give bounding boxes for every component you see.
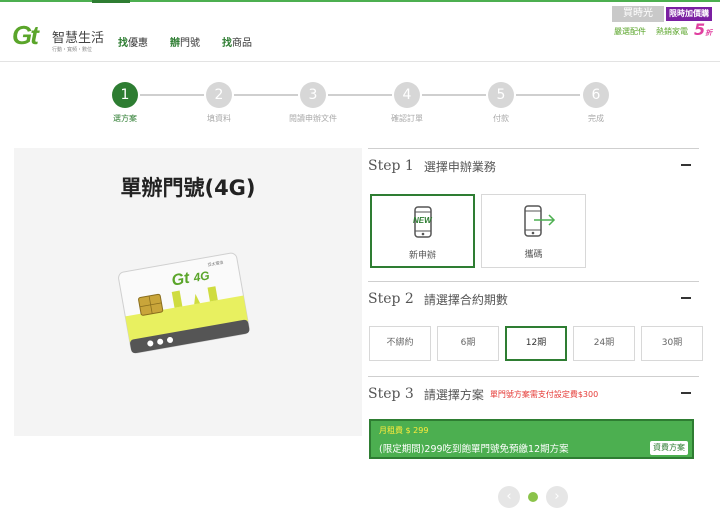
term-option-none[interactable]: 不綁約: [369, 326, 431, 361]
promo-discount: 5折: [694, 20, 712, 39]
promo-limited-label: 限時加價購: [666, 7, 712, 21]
collapse-icon[interactable]: [681, 297, 691, 299]
step-2: 2 填資料: [189, 80, 249, 124]
collapse-icon[interactable]: [681, 392, 691, 394]
logo-tagline: 行動・寬頻・數位: [52, 47, 93, 53]
transfer-phone-icon: [524, 205, 556, 237]
pager-dot[interactable]: [528, 492, 538, 502]
promo-badge: 買時光: [612, 6, 664, 22]
step-2-number: 2: [206, 82, 232, 108]
step1-section: Step 1 選擇申辦業務 NEW 新申辦 攜碼: [368, 148, 699, 280]
step-4-number: 4: [394, 82, 420, 108]
product-title: 單辦門號(4G): [120, 176, 256, 200]
step-4-label: 確認訂單: [391, 114, 423, 123]
service-option-transfer[interactable]: 攜碼: [481, 194, 586, 268]
nav-item-apply-highlight: 辦: [170, 38, 180, 49]
step3-title: 請選擇方案: [423, 387, 484, 402]
step-2-label: 填資料: [207, 114, 231, 123]
step-5: 5 付款: [471, 80, 531, 124]
nav-item-offers-label: 優惠: [128, 38, 148, 49]
logo-mark: Gt: [12, 20, 39, 50]
new-phone-icon: NEW: [413, 206, 433, 238]
step-1: 1 選方案: [95, 80, 155, 124]
step3-number: Step 3: [368, 386, 414, 402]
service-option-transfer-label: 攜碼: [524, 250, 543, 260]
step2-number: Step 2: [368, 291, 414, 307]
step-6-label: 完成: [588, 114, 604, 123]
site-logo[interactable]: Gt 智慧生活 行動・寬頻・數位: [12, 20, 105, 54]
card-4g-label: 4G: [191, 268, 210, 285]
step-6: 6 完成: [566, 80, 626, 124]
plan-detail-button[interactable]: 資費方案: [650, 441, 688, 455]
step3-header[interactable]: Step 3 請選擇方案 單門號方案需支付設定費$300: [368, 377, 699, 411]
term-option-30[interactable]: 30期: [641, 326, 703, 361]
term-option-12[interactable]: 12期: [505, 326, 567, 361]
plan-option[interactable]: 月租費 $ 299 (限定期間)299吃到飽單門號免預繳12期方案 資費方案: [369, 419, 694, 459]
nav-item-products[interactable]: 找商品: [222, 34, 252, 49]
collapse-icon[interactable]: [681, 164, 691, 166]
term-option-6[interactable]: 6期: [437, 326, 499, 361]
step2-title: 請選擇合約期數: [423, 292, 508, 307]
term-options: 不綁約 6期 12期 24期 30期: [369, 326, 703, 361]
service-option-new[interactable]: NEW 新申辦: [370, 194, 475, 268]
card-logo: Gt: [170, 270, 191, 290]
next-arrow-icon[interactable]: ›: [546, 486, 568, 508]
progress-steps: 1 選方案 2 填資料 3 閱讀申辦文件 4 確認訂單 5 付款 6 完成: [0, 80, 720, 130]
service-options: NEW 新申辦 攜碼: [370, 194, 586, 268]
step-3-number: 3: [300, 82, 326, 108]
carousel-pager: ‹ ›: [498, 486, 568, 508]
step-5-label: 付款: [493, 114, 509, 123]
step1-header[interactable]: Step 1 選擇申辦業務: [368, 149, 699, 183]
nav-item-offers[interactable]: 找優惠: [118, 34, 148, 49]
step1-number: Step 1: [368, 158, 414, 174]
step-6-number: 6: [583, 82, 609, 108]
service-option-new-label: 新申辦: [408, 251, 436, 261]
plan-name: (限定期間)299吃到飽單門號免預繳12期方案: [379, 444, 569, 455]
nav-item-products-highlight: 找: [222, 38, 232, 49]
nav-item-products-label: 商品: [232, 38, 252, 49]
step-3: 3 閱讀申辦文件: [283, 80, 343, 124]
main-nav: 找優惠 辦門號 找商品: [118, 34, 252, 49]
site-header: Gt 智慧生活 行動・寬頻・數位 找優惠 辦門號 找商品 買時光 限時加價購 嚴…: [0, 2, 720, 62]
step-5-number: 5: [488, 82, 514, 108]
nav-item-apply-label: 門號: [180, 38, 200, 49]
new-badge: NEW: [413, 216, 433, 225]
step2-section: Step 2 請選擇合約期數 不綁約 6期 12期 24期 30期: [368, 281, 703, 375]
promo-discount-number: 5: [694, 20, 706, 39]
plan-monthly-fee: 月租費 $ 299: [379, 426, 429, 435]
term-option-24[interactable]: 24期: [573, 326, 635, 361]
promo-banner[interactable]: 買時光 限時加價購 嚴選配件 熱銷家電 5折: [612, 6, 716, 42]
product-panel: 單辦門號(4G) Gt 4G 亞太電信: [14, 148, 362, 436]
step2-header[interactable]: Step 2 請選擇合約期數: [368, 282, 699, 316]
sim-card-image: Gt 4G 亞太電信: [118, 252, 250, 354]
step-1-number: 1: [112, 82, 138, 108]
nav-item-apply-number[interactable]: 辦門號: [170, 34, 200, 49]
prev-arrow-icon[interactable]: ‹: [498, 486, 520, 508]
promo-line-accessories: 嚴選配件: [614, 27, 646, 36]
promo-line-appliances: 熱銷家電: [656, 27, 688, 36]
step1-title: 選擇申辦業務: [423, 159, 496, 174]
step-1-label: 選方案: [113, 114, 137, 123]
step3-section: Step 3 請選擇方案 單門號方案需支付設定費$300 月租費 $ 299 (…: [368, 376, 699, 466]
setup-fee-note: 單門號方案需支付設定費$300: [489, 389, 599, 399]
step-4: 4 確認訂單: [377, 80, 437, 124]
promo-discount-suffix: 折: [705, 29, 713, 37]
logo-name: 智慧生活: [52, 31, 105, 46]
step-3-label: 閱讀申辦文件: [289, 114, 337, 123]
nav-item-offers-highlight: 找: [118, 38, 128, 49]
